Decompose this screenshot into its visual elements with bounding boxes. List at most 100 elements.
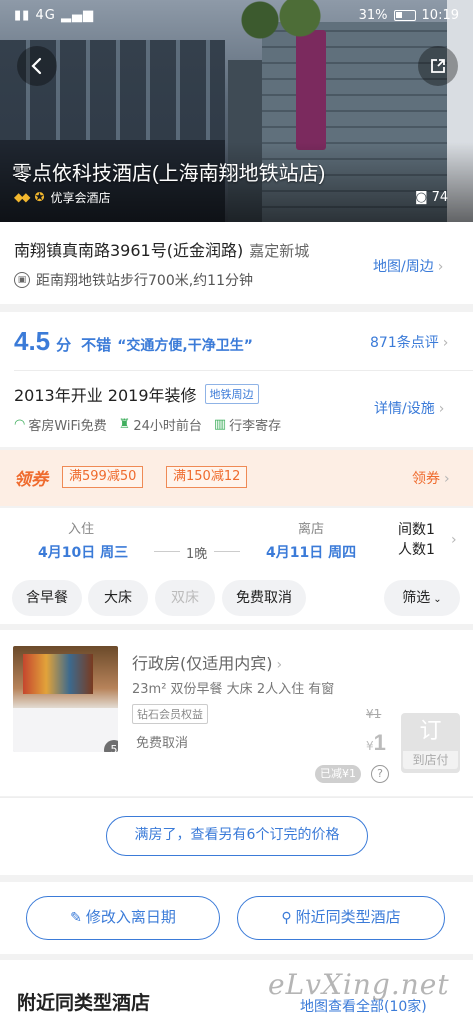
chevron-right-icon: › [444,471,450,487]
room-name-text: 行政房(仅适用内宾) [132,654,273,673]
room-photo-bed [13,708,118,752]
member-crown-icon: ✪ [34,190,45,204]
room-guest-count[interactable]: 间数1 人数1 [398,520,435,560]
room-count: 间数1 [398,522,435,538]
room-photo-count: 5 [104,740,118,752]
discount-badge: 已减¥1 [315,765,361,783]
facility-wifi: ◠ 客房WiFi免费 [14,415,107,434]
date-selector[interactable]: 入住 4月10日 周三 1晚 离店 4月11日 周四 间数1 人数1 › [0,508,473,572]
battery-percent: 31% [358,8,388,23]
nearby-title: 附近同类型酒店 [17,992,151,1014]
signal-icon: ▮▮ [14,8,31,23]
filter-free-cancel[interactable]: 免费取消 [222,580,306,616]
modify-dates-button[interactable]: ✎ 修改入离日期 [26,896,220,940]
map-link[interactable]: 地图/周边 › [373,256,443,276]
chevron-right-icon: › [442,335,449,351]
photo-count[interactable]: ◙ 74 [415,188,448,206]
modify-dates-label: 修改入离日期 [85,908,176,926]
reviews-link[interactable]: 871条点评 › [370,332,448,352]
chevron-right-icon: › [437,259,444,275]
room-spec: 23m² 双份早餐 大床 2人入住 有窗 [132,682,335,697]
metro-tag: 地铁周边 [204,384,259,404]
room-member-tag: 钻石会员权益 [132,704,208,724]
distance-text: 距南翔地铁站步行700米,约11分钟 [36,273,253,289]
watermark: eLvXing.net [268,968,450,1001]
score-word: 不错 [81,336,112,354]
wifi-icon: ◠ [14,417,26,432]
member-label: 优享会酒店 [50,190,111,205]
back-button[interactable] [17,46,57,86]
chevron-right-icon: › [276,657,283,673]
chevron-left-icon [31,57,42,75]
map-link-label: 地图/周边 [373,259,434,275]
guest-count: 人数1 [398,542,435,558]
share-icon [431,59,445,73]
bars-icon: ▂▄▆ [60,8,94,23]
facility-label: 客房WiFi免费 [28,419,107,434]
room-price-original: ¥1 [366,707,382,721]
network-type: 4G [35,8,56,23]
room-item[interactable]: 5 行政房(仅适用内宾) › 23m² 双份早餐 大床 2人入住 有窗 钻石会员权… [0,630,473,796]
share-button[interactable] [418,46,458,86]
address-card[interactable]: 南翔镇真南路3961号(近金润路) 嘉定新城 ▣ 距南翔地铁站步行700米,约11… [0,222,473,304]
hotel-name: 零点依科技酒店(上海南翔地铁站店) [12,163,326,185]
year-text: 2013年开业 2019年装修 [14,386,197,405]
get-coupon-link[interactable]: 领券 › [412,468,450,488]
action-row: ✎ 修改入离日期 ⚲ 附近同类型酒店 [0,882,473,954]
location-pin-icon: ⚲ [281,910,292,926]
metro-icon: ▣ [14,272,30,288]
room-price-current: ¥1 [366,730,386,756]
room-cancel-policy: 免费取消 [136,736,189,751]
checkout-label: 离店 [298,522,325,537]
room-photo[interactable]: 5 [13,646,118,752]
score-card: 4.5 分 不错 “交通方便,干净卫生” 871条点评 › 2013年开业 201… [0,312,473,447]
reviews-count: 871条点评 [370,335,439,351]
filter-more-button[interactable]: 筛选 ⌄ [384,580,460,616]
signal-indicator: ▮▮ 4G ▂▄▆ [14,8,94,23]
book-sub-label: 到店付 [403,751,458,769]
facility-label: 行李寄存 [229,419,282,434]
price-currency: ¥ [366,739,374,753]
score-value: 4.5 [14,326,51,356]
help-icon[interactable]: ? [371,765,389,783]
coupon-bar[interactable]: 领券 满599减50 满150减12 领券 › [0,450,473,506]
room-name: 行政房(仅适用内宾) › [132,650,282,674]
view-sold-out-button[interactable]: 满房了，查看另有6个订完的价格 [106,816,368,856]
photo-count-value: 74 [431,189,449,205]
member-row: ◆◆ ✪ 优享会酒店 [14,188,111,206]
coupon-tag: 满150减12 [166,466,248,488]
checkout-date[interactable]: 4月11日 周四 [266,542,356,562]
battery-icon [393,10,416,21]
book-label: 订 [419,719,442,744]
score-row[interactable]: 4.5 分 不错 “交通方便,干净卫生” [14,326,253,358]
diamond-icon: ◆◆ [14,190,31,204]
filter-twin-bed[interactable]: 双床 [155,580,215,616]
checkin-date[interactable]: 4月10日 周三 [38,542,128,562]
address-distance: ▣ 距南翔地铁站步行700米,约11分钟 [14,270,253,290]
nearby-same-button[interactable]: ⚲ 附近同类型酒店 [237,896,445,940]
filter-more-label: 筛选 [402,590,431,606]
status-bar: ▮▮ 4G ▂▄▆ 31% 10:19 [0,0,473,32]
room-photo-art [23,654,93,694]
score-unit: 分 [56,336,72,354]
price-value: 1 [373,730,386,755]
details-link[interactable]: 详情/设施 › [374,398,444,418]
sold-out-section: 满房了，查看另有6个订完的价格 [0,797,473,875]
coupon-title: 领券 [14,470,48,490]
score-quote: “交通方便,干净卫生” [117,338,253,354]
filter-king-bed[interactable]: 大床 [88,580,148,616]
get-coupon-label: 领券 [412,471,440,487]
facility-label: 24小时前台 [133,419,202,434]
nearby-same-label: 附近同类型酒店 [295,908,401,926]
filter-breakfast[interactable]: 含早餐 [12,580,82,616]
address-text: 南翔镇真南路3961号(近金润路) [14,241,244,260]
pencil-icon: ✎ [70,910,82,926]
luggage-icon: ▥ [213,417,227,432]
chevron-right-icon: › [451,532,457,548]
address-district: 嘉定新城 [249,242,310,260]
year-info: 2013年开业 2019年装修 地铁周边 [14,382,259,406]
filter-bar: 含早餐 大床 双床 免费取消 筛选 ⌄ [0,572,473,624]
divider [14,370,473,371]
coupon-tag: 满599减50 [62,466,144,488]
book-button[interactable]: 订 到店付 [401,713,460,773]
